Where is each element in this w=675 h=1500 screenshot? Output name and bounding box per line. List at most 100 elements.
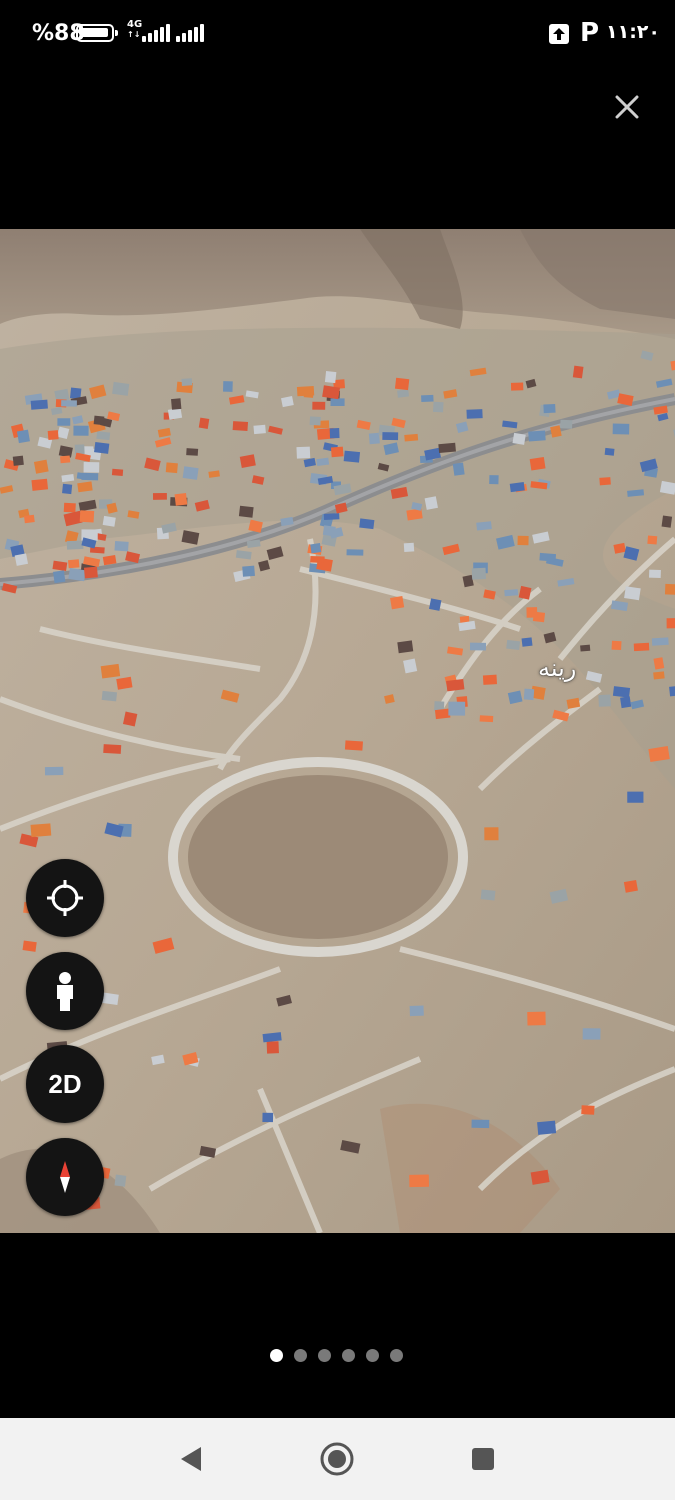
building-roof <box>479 715 494 723</box>
building-roof <box>517 535 529 546</box>
building-roof <box>404 433 419 442</box>
building-roof <box>14 553 29 566</box>
building-roof <box>182 466 199 480</box>
recents-square-icon <box>472 1448 494 1470</box>
building-roof <box>580 644 591 652</box>
building-roof <box>344 740 363 751</box>
building-roof <box>421 394 434 403</box>
building-roof <box>527 1011 546 1026</box>
building-roof <box>526 607 538 618</box>
building-roof <box>77 481 93 493</box>
building-roof <box>469 642 487 651</box>
compass-icon <box>60 1161 70 1193</box>
pager-dot[interactable] <box>366 1349 379 1362</box>
building-roof <box>620 696 632 709</box>
building-roof <box>312 401 326 410</box>
parking-app-icon: P <box>580 18 600 48</box>
building-roof <box>521 637 533 647</box>
compass-button[interactable] <box>26 1138 104 1216</box>
building-roof <box>309 416 321 426</box>
building-roof <box>44 766 64 776</box>
building-roof <box>24 514 35 524</box>
building-roof <box>484 827 499 841</box>
building-roof <box>368 432 380 445</box>
signal-sim2-icon <box>176 24 204 42</box>
roundabout-center <box>188 775 448 939</box>
building-roof <box>346 549 364 556</box>
building-roof <box>506 639 521 651</box>
building-roof <box>31 478 49 491</box>
home-button[interactable] <box>316 1438 358 1480</box>
locate-button[interactable] <box>26 859 104 937</box>
back-button[interactable] <box>170 1438 212 1480</box>
pager-dot[interactable] <box>390 1349 403 1362</box>
battery-icon <box>76 24 118 42</box>
building-roof <box>330 398 345 407</box>
building-roof <box>438 442 456 453</box>
network-type-label: 4G ↑↓ <box>127 19 143 40</box>
building-roof <box>482 674 497 685</box>
building-roof <box>310 555 325 563</box>
building-roof <box>102 515 116 527</box>
close-button[interactable] <box>606 86 648 128</box>
building-roof <box>61 400 77 407</box>
pager-dot[interactable] <box>270 1349 283 1362</box>
building-roof <box>57 418 71 426</box>
building-roof <box>429 598 442 611</box>
building-roof <box>476 521 492 531</box>
building-roof <box>30 823 52 838</box>
building-roof <box>446 678 465 692</box>
building-roof <box>599 477 611 486</box>
building-roof <box>310 543 322 554</box>
building-roof <box>198 417 210 429</box>
building-roof <box>539 552 557 562</box>
building-roof <box>653 671 665 680</box>
building-roof <box>409 1174 429 1188</box>
building-roof <box>186 448 199 456</box>
street-view-button[interactable] <box>26 952 104 1030</box>
building-roof <box>322 385 341 400</box>
pager-dot[interactable] <box>294 1349 307 1362</box>
building-roof <box>171 398 182 410</box>
building-roof <box>165 462 178 474</box>
home-circle-icon <box>320 1442 354 1476</box>
building-roof <box>504 589 519 597</box>
building-roof <box>22 940 37 952</box>
pager-dot[interactable] <box>318 1349 331 1362</box>
building-roof <box>181 378 193 386</box>
recents-button[interactable] <box>462 1438 504 1480</box>
building-roof <box>648 569 661 579</box>
building-roof <box>63 502 76 513</box>
2d-mode-button[interactable]: 2D <box>26 1045 104 1123</box>
building-roof <box>528 430 546 442</box>
building-roof <box>651 637 669 646</box>
building-roof <box>612 686 631 698</box>
building-roof <box>611 640 622 651</box>
building-roof <box>448 701 466 716</box>
building-roof <box>627 791 644 803</box>
building-roof <box>382 432 399 441</box>
building-roof <box>394 377 410 391</box>
building-roof <box>62 483 73 495</box>
building-roof <box>79 510 95 523</box>
upload-icon <box>549 24 569 44</box>
building-roof <box>560 419 573 429</box>
building-roof <box>12 455 24 466</box>
pager-dots <box>270 1349 403 1362</box>
building-roof <box>53 570 66 584</box>
building-roof <box>390 595 405 610</box>
building-roof <box>253 424 266 435</box>
building-roof <box>94 441 110 454</box>
building-roof <box>83 566 98 579</box>
pager-dot[interactable] <box>342 1349 355 1362</box>
building-roof <box>33 459 49 474</box>
building-roof <box>343 450 361 463</box>
building-roof <box>103 744 122 754</box>
building-roof <box>83 461 100 473</box>
building-roof <box>60 455 71 464</box>
building-roof <box>68 559 80 569</box>
building-roof <box>512 432 526 445</box>
building-roof <box>523 688 535 701</box>
back-triangle-icon <box>181 1447 201 1471</box>
crosshair-icon <box>47 880 83 916</box>
